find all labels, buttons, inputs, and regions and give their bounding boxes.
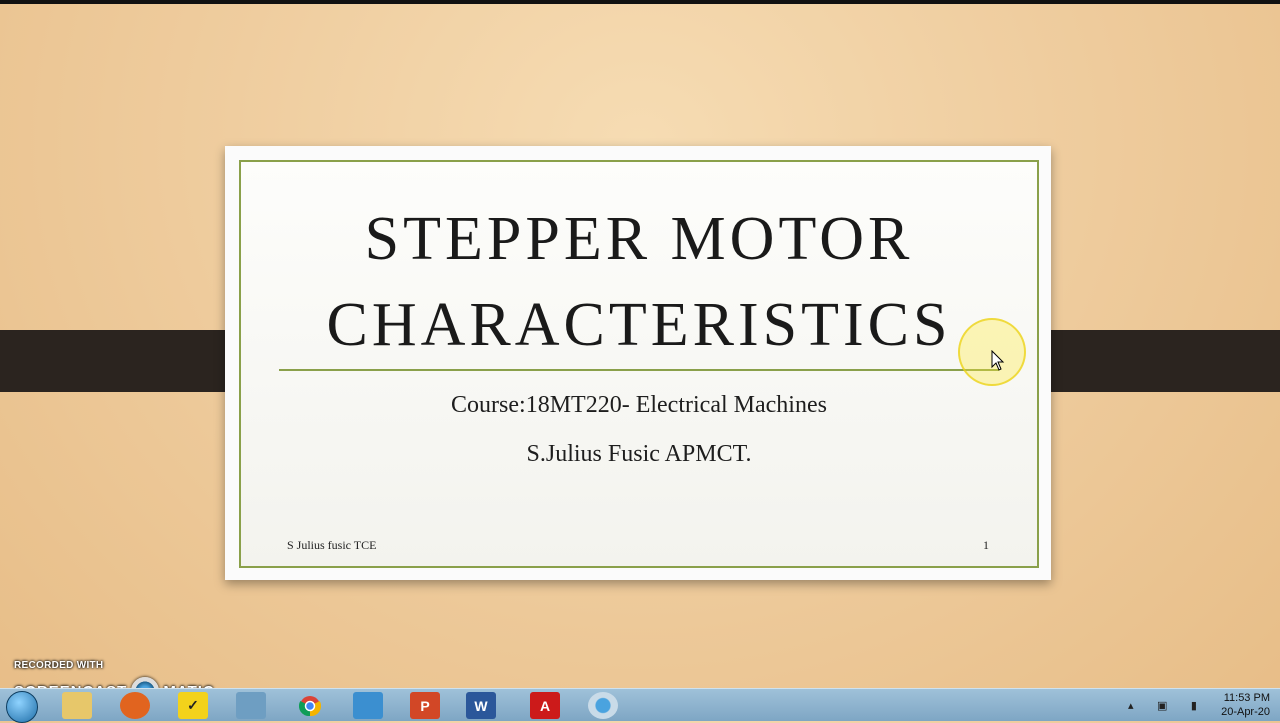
norton-icon[interactable]: ✓ <box>178 692 208 719</box>
clock[interactable]: 11:53 PM 20-Apr-20 <box>1221 691 1270 719</box>
screencast-icon[interactable] <box>588 692 618 719</box>
word-icon[interactable]: W <box>466 692 496 719</box>
image-viewer-icon[interactable] <box>353 692 383 719</box>
top-black-bar <box>0 0 1280 4</box>
mouse-pointer-icon <box>991 350 1005 371</box>
title-divider <box>279 369 999 371</box>
author-subtitle: S.Julius Fusic APMCT. <box>526 441 752 467</box>
chrome-icon[interactable] <box>295 692 325 719</box>
course-subtitle: Course:18MT220- Electrical Machines <box>451 392 827 418</box>
title-line-2: CHARACTERISTICS <box>326 291 952 359</box>
powerpoint-icon[interactable]: P <box>410 692 440 719</box>
slide-frame: STEPPER MOTOR CHARACTERISTICS Course:18M… <box>239 160 1039 568</box>
clock-time: 11:53 PM <box>1223 692 1270 704</box>
acrobat-icon[interactable]: A <box>530 692 560 719</box>
presentation-slide[interactable]: STEPPER MOTOR CHARACTERISTICS Course:18M… <box>225 146 1051 580</box>
windows-taskbar: ✓ P W A ▴ ▣ ▮ 11:53 PM 20-Apr-20 <box>0 688 1280 723</box>
firefox-icon[interactable] <box>120 692 150 719</box>
folder-icon[interactable] <box>236 692 266 719</box>
start-orb-icon[interactable] <box>6 691 38 723</box>
title-line-1: STEPPER MOTOR <box>364 205 914 273</box>
left-dark-band <box>0 330 254 392</box>
slide-title: STEPPER MOTOR CHARACTERISTICS <box>241 196 1037 368</box>
watermark-recorded-with: RECORDED WITH <box>14 660 104 671</box>
slide-footer: S Julius fusic TCE <box>287 538 377 552</box>
system-tray-icons[interactable]: ▴ ▣ ▮ <box>1128 699 1207 712</box>
clock-date: 20-Apr-20 <box>1221 706 1270 718</box>
slide-number: 1 <box>983 538 989 552</box>
file-explorer-icon[interactable] <box>62 692 92 719</box>
right-dark-band <box>1022 330 1280 392</box>
